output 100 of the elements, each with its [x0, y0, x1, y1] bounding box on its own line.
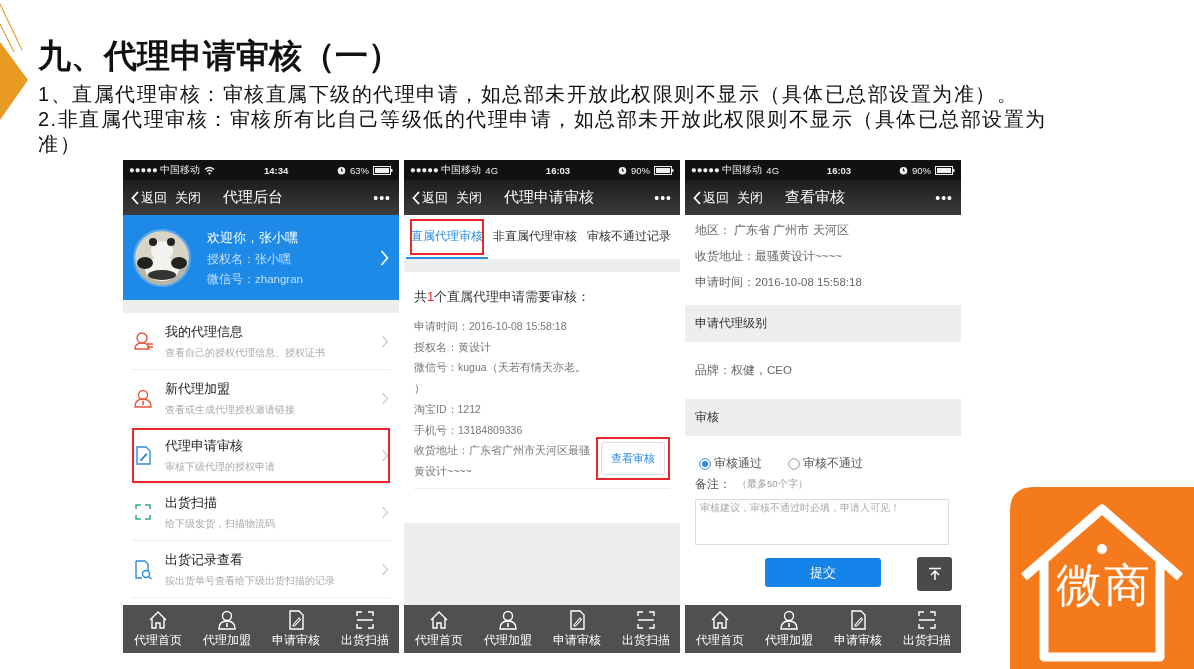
menu-item-subtitle: 给下级发货，扫描物流码 [165, 516, 276, 531]
record-field: 手机号：13184809336 [414, 419, 594, 441]
slide-title: 九、代理申请审核（一） [38, 37, 402, 76]
menu-item-subtitle: 查看或生成代理授权邀请链接 [165, 402, 296, 417]
tab[interactable]: 审核不通过记录 [582, 215, 676, 259]
tab-bar-item[interactable]: 申请审核 [261, 605, 330, 653]
document-pen-icon [133, 444, 153, 466]
chevron-right-icon [381, 334, 389, 348]
close-link[interactable]: 关闭 [456, 188, 482, 207]
scan-frame-icon [634, 609, 657, 631]
note-hint: （最多50个字） [737, 478, 808, 491]
page-title: 代理后台 [223, 188, 284, 207]
menu-item-title: 我的代理信息 [165, 322, 244, 341]
record-field: 微信号：kugua（天若有情天亦老。 [414, 357, 594, 379]
chevron-right-icon [381, 448, 389, 462]
back-to-top-button[interactable] [917, 557, 952, 591]
description-text: 2.非直属代理审核：审核所有比自己等级低的代理申请，如总部未开放此权限则不显示（具体已总部设置为准） [38, 107, 1048, 157]
close-link[interactable]: 关闭 [175, 188, 201, 207]
logo-text: 微商 [1056, 558, 1152, 613]
chevron-left-icon [131, 190, 139, 205]
tab-bar-item[interactable]: 代理首页 [404, 605, 473, 653]
profile-banner[interactable]: 欢迎你，张小嘿 授权名：张小嘿 微信号：zhangran [123, 215, 399, 300]
more-menu[interactable]: ••• [654, 189, 672, 206]
more-menu[interactable]: ••• [935, 189, 953, 206]
menu-item[interactable]: 新代理加盟 查看或生成代理授权邀请链接 [131, 370, 391, 427]
tab-bar-item[interactable]: 申请审核 [823, 605, 892, 653]
back-link[interactable]: 返回 [693, 188, 729, 207]
carrier-text: ●●●●● 中国移动 [410, 163, 482, 177]
more-menu[interactable]: ••• [373, 189, 391, 206]
menu-item[interactable]: 出货扫描 给下级发货，扫描物流码 [131, 484, 391, 541]
menu-item[interactable]: 出货记录查看 按出货单号查看给下级出货扫描的记录 [131, 541, 391, 598]
close-link[interactable]: 关闭 [737, 188, 763, 207]
carrier-text: ●●●●● 中国移动 [129, 163, 201, 177]
summary-text: 共1个直属代理申请需要审核： [414, 288, 592, 306]
battery-icon [654, 165, 674, 175]
radio-option[interactable]: 审核通过 [699, 456, 762, 471]
tab[interactable]: 直属代理审核 [406, 215, 488, 259]
arrow-up-icon [927, 567, 942, 581]
menu-item-title: 代理申请审核 [165, 436, 244, 455]
record-field: 申请时间：2016-10-08 15:58:18 [414, 316, 594, 337]
menu-item-title: 出货扫描 [165, 493, 218, 512]
view-review-button[interactable]: 查看审核 [601, 441, 665, 475]
alarm-icon [899, 165, 908, 175]
detail-field: 申请时间：2016-10-08 15:58:18 [695, 269, 951, 295]
battery-icon [935, 165, 955, 175]
network-text: 4G [485, 164, 499, 176]
record-field: 授权名：黄设计 [414, 336, 594, 358]
tab-bar-item[interactable]: 代理首页 [685, 605, 754, 653]
chevron-right-icon [380, 249, 389, 266]
tab-bar-item[interactable]: 代理加盟 [754, 605, 823, 653]
back-link[interactable]: 返回 [412, 188, 448, 207]
detail-field: 地区： 广东省 广州市 天河区 [695, 217, 951, 243]
note-field[interactable]: 审核建议，审核不通过时必填，申请人可见！ [695, 499, 949, 545]
scan-frame-icon [133, 501, 153, 523]
section-header: 申请代理级别 [685, 305, 961, 342]
submit-button[interactable]: 提交 [765, 558, 881, 587]
page-title: 查看审核 [785, 188, 846, 207]
tab[interactable]: 非直属代理审核 [488, 215, 582, 259]
menu-item[interactable]: 代理申请审核 审核下级代理的授权申请 [131, 427, 391, 484]
scan-frame-icon [915, 609, 938, 631]
tab-bar-item[interactable]: 出货扫描 [611, 605, 680, 653]
person-card-icon [133, 330, 153, 352]
tab-bar-item[interactable]: 代理加盟 [473, 605, 542, 653]
chevron-left-icon [412, 190, 420, 205]
section-header: 审核 [685, 399, 961, 436]
network-text: 4G [766, 164, 780, 176]
alarm-icon [337, 165, 346, 175]
person-icon [496, 609, 519, 631]
tab-bar-item[interactable]: 代理首页 [123, 605, 192, 653]
clock-text: 16:03 [544, 164, 572, 176]
radio-unchecked-icon [788, 457, 800, 470]
clock-text: 16:03 [825, 164, 853, 176]
person-icon [133, 387, 153, 409]
record-field: ） [414, 378, 594, 399]
menu-item-subtitle: 查看自己的授权代理信息、授权证书 [165, 345, 326, 360]
menu-item-title: 出货记录查看 [165, 550, 244, 569]
chevron-right-icon [381, 562, 389, 576]
record-field: 淘宝ID：1212 [414, 398, 594, 420]
tab-bar-item[interactable]: 代理加盟 [192, 605, 261, 653]
menu-item-subtitle: 按出货单号查看给下级出货扫描的记录 [165, 573, 336, 588]
person-icon [215, 609, 238, 631]
record-field: 收货地址：广东省广州市天河区最骚黄设计~~~~ [414, 440, 594, 482]
tab-bar-item[interactable]: 出货扫描 [892, 605, 961, 653]
menu-item-subtitle: 审核下级代理的授权申请 [165, 459, 276, 474]
auth-name-text: 授权名：张小嘿 [207, 251, 292, 267]
detail-field: 收货地址：最骚黄设计~~~~ [695, 243, 951, 269]
menu-item[interactable]: 我的代理信息 查看自己的授权代理信息、授权证书 [131, 313, 391, 370]
back-link[interactable]: 返回 [131, 188, 167, 207]
battery-text: 63% [350, 164, 369, 176]
page-title: 代理申请审核 [504, 188, 595, 207]
tab-bar-item[interactable]: 出货扫描 [330, 605, 399, 653]
battery-text: 90% [631, 164, 650, 176]
radio-checked-icon [699, 457, 711, 470]
radio-option[interactable]: 审核不通过 [788, 456, 863, 471]
battery-icon [373, 165, 393, 175]
chevron-right-icon [381, 505, 389, 519]
person-icon [777, 609, 800, 631]
tab-bar-item[interactable]: 申请审核 [542, 605, 611, 653]
note-label: 备注： [695, 477, 731, 492]
clock-text: 14:34 [263, 164, 290, 176]
